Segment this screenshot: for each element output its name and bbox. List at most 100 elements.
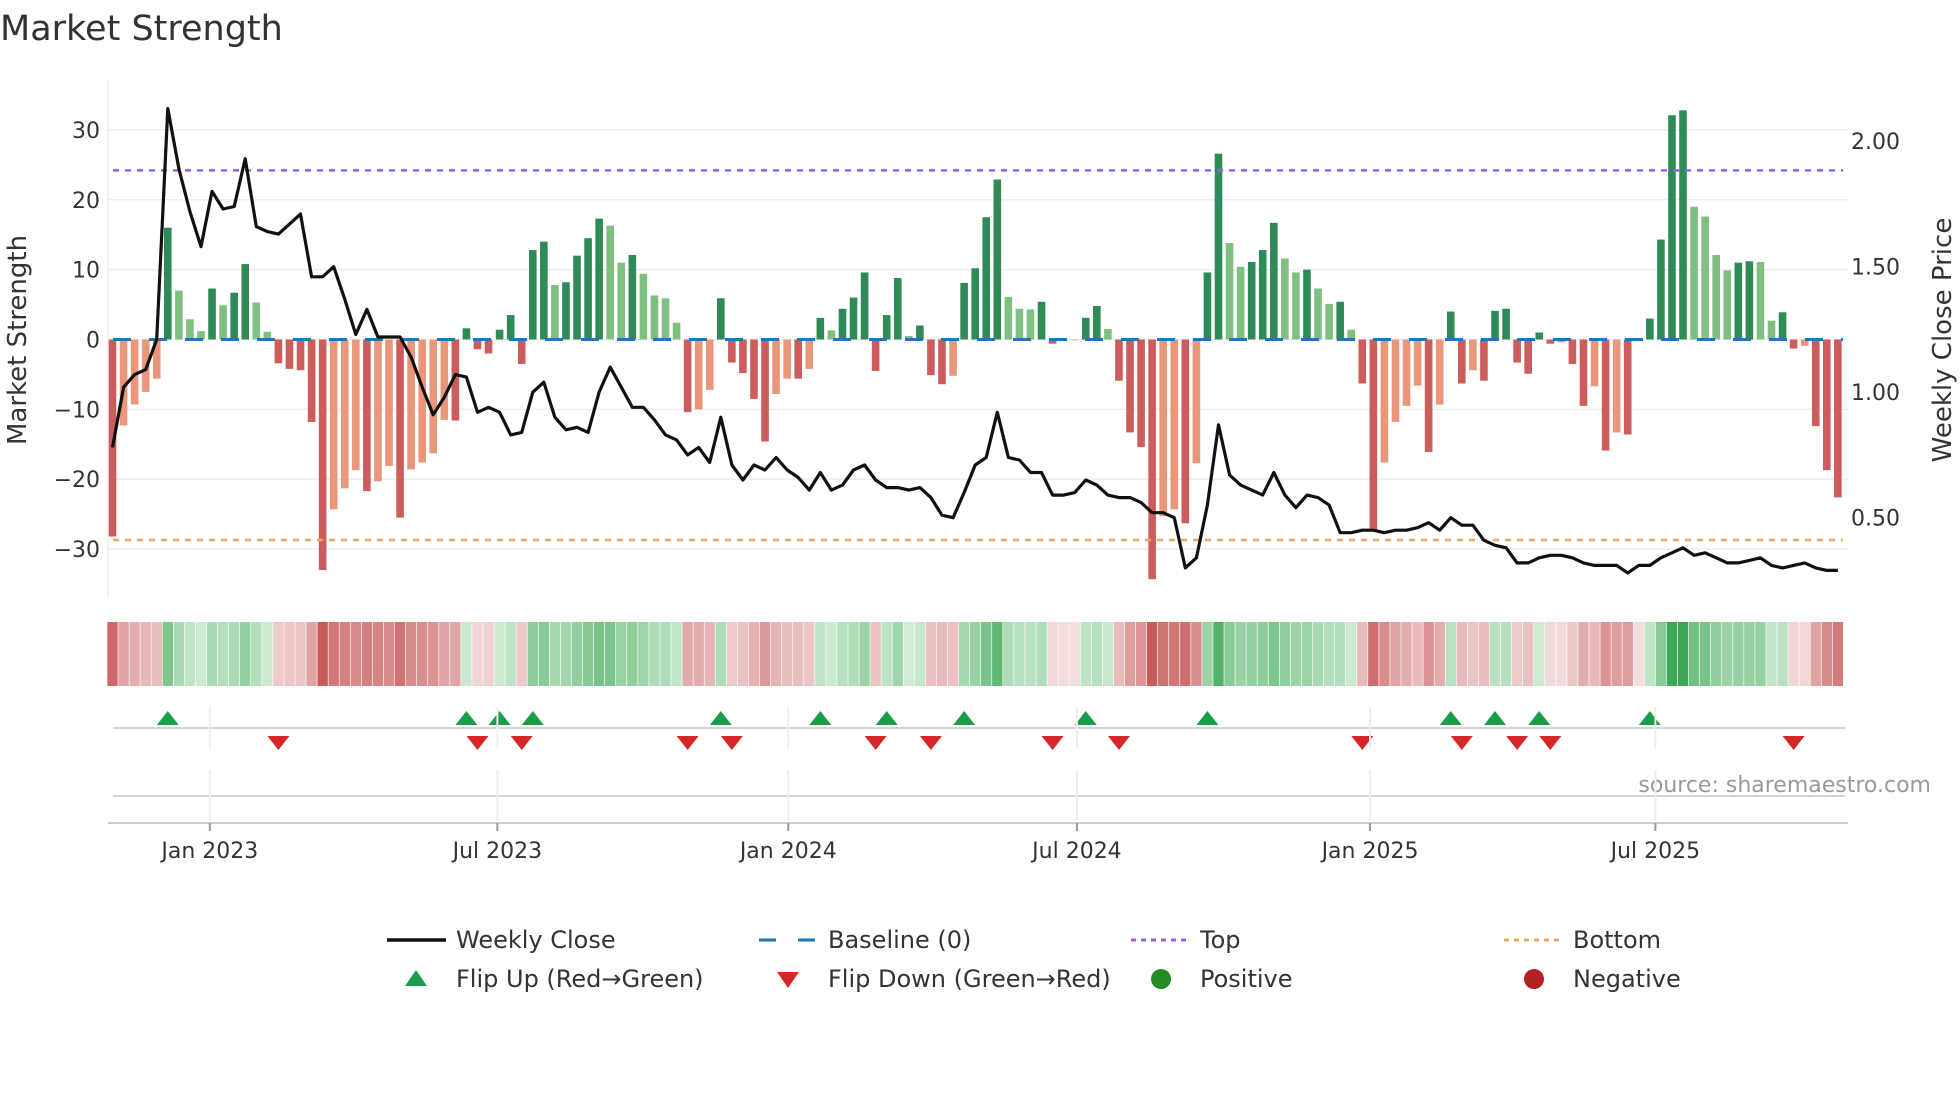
strength-bar (1358, 339, 1367, 384)
legend-flip-up-icon (405, 970, 427, 986)
heat-cell (1346, 622, 1357, 686)
strength-bar (650, 295, 659, 340)
strength-bar (540, 241, 548, 340)
strength-bar (1104, 329, 1112, 340)
strength-bar (562, 282, 570, 340)
heat-cell (527, 622, 538, 686)
heat-cell (1434, 622, 1445, 686)
flip-up-marker (1484, 711, 1506, 725)
heat-cell (217, 622, 229, 686)
strength-bar (352, 339, 360, 471)
heat-cell (1545, 622, 1556, 686)
strength-heat-strip (107, 622, 1844, 686)
flip-down-marker (1506, 736, 1529, 750)
heat-cell (1357, 622, 1368, 686)
strength-bar (1811, 339, 1820, 427)
flip-down-marker (1782, 736, 1805, 750)
strength-bar (1756, 261, 1765, 340)
heat-cell (925, 622, 937, 686)
strength-bar (318, 339, 327, 571)
strength-bar (1247, 261, 1256, 340)
y2-tick-label: 0.50 (1851, 507, 1900, 532)
heat-cell (958, 622, 970, 686)
y-tick-label: 10 (72, 259, 100, 284)
heat-cell (284, 622, 295, 686)
x-axis: Jan 2023 Jul 2023 Jan 2024 Jul 2024 Jan 2025… (159, 707, 1700, 864)
heat-cell (383, 622, 395, 686)
heat-cell (206, 622, 218, 686)
strength-bar (1657, 239, 1665, 340)
heat-cell (1368, 622, 1379, 686)
heat-cell (1810, 622, 1821, 686)
heat-cell (759, 622, 771, 686)
heat-cell (439, 622, 450, 686)
heat-cell (870, 622, 881, 686)
heat-cell (936, 622, 948, 686)
heat-cell (483, 622, 494, 686)
heat-cell (903, 622, 915, 686)
heat-cell (1655, 622, 1667, 686)
strength-bar (1701, 216, 1709, 340)
strength-bar (982, 217, 991, 340)
strength-bar (1734, 262, 1743, 340)
flip-down-marker (919, 736, 942, 750)
strength-bar (440, 339, 449, 420)
legend-negative-icon (1524, 969, 1544, 989)
strength-bar (1679, 110, 1687, 340)
flip-up-marker (1439, 711, 1462, 725)
heat-cell (593, 622, 605, 686)
heat-cell (1323, 622, 1335, 686)
flip-down-marker (510, 736, 533, 750)
heat-cell (450, 622, 461, 686)
strength-bar (1834, 339, 1842, 498)
y-tick-label: 30 (72, 119, 100, 144)
strength-bar (1502, 308, 1510, 340)
strength-bar (1469, 339, 1477, 371)
strength-bar (1026, 309, 1035, 340)
heat-cell (1412, 622, 1423, 686)
y-tick-label: 20 (72, 189, 100, 214)
flip-down-marker (864, 736, 887, 750)
flip-down-marker (267, 736, 290, 750)
strength-bar (871, 339, 880, 371)
strength-bar (949, 339, 957, 376)
strength-bar (1668, 115, 1676, 340)
strength-bar (1446, 311, 1455, 340)
strength-bar (1015, 308, 1024, 340)
strength-bar (1170, 339, 1179, 510)
strength-bar (1303, 269, 1311, 340)
heat-cell (560, 622, 572, 686)
strength-bar (1601, 339, 1610, 451)
heat-cell (162, 622, 173, 686)
heat-cell (1677, 622, 1689, 686)
strength-bar (1513, 339, 1521, 363)
heat-cell (582, 622, 594, 686)
heat-cell (693, 622, 704, 686)
heat-cell (350, 622, 362, 686)
heat-cell (1522, 622, 1534, 686)
heat-cell (1390, 622, 1401, 686)
strength-bar (1623, 339, 1632, 435)
strength-bar (927, 339, 935, 376)
strength-bar (164, 227, 172, 340)
heat-cell (1744, 622, 1755, 686)
legend-flip-down-icon (777, 972, 799, 988)
heat-cell (228, 622, 240, 686)
chart-title: Market Strength (0, 9, 283, 49)
y2-axis-label: Weekly Close Price (1928, 218, 1958, 463)
heat-cell (1180, 622, 1191, 686)
heat-cell (1124, 622, 1136, 686)
heat-cell (1445, 622, 1456, 686)
strength-bar (860, 272, 869, 340)
heat-cell (538, 622, 550, 686)
heat-cell (815, 622, 826, 686)
strength-bar (1369, 339, 1378, 531)
heat-cell (151, 622, 162, 686)
heat-cell (1246, 622, 1257, 686)
strength-bar (1823, 339, 1831, 471)
heat-cell (1766, 622, 1777, 686)
heat-cell (328, 622, 339, 686)
heat-cell (1821, 622, 1832, 686)
y-tick-label: −30 (54, 538, 100, 563)
heat-cell (1334, 622, 1346, 686)
